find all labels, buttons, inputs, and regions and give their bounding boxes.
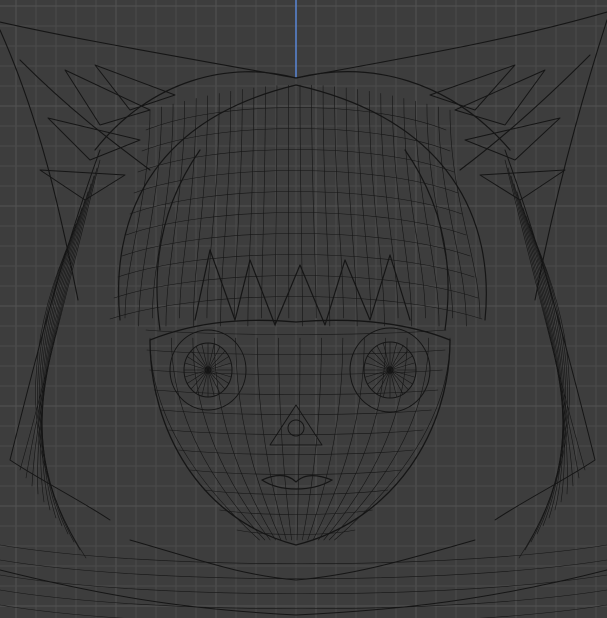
3d-viewport[interactable]	[0, 0, 607, 618]
mesh-edge	[0, 559, 607, 580]
mesh-dense-wire	[0, 84, 607, 618]
mesh-edge	[236, 529, 356, 535]
mesh-edge	[171, 337, 266, 541]
mesh-edge	[213, 337, 276, 541]
mesh-edge	[129, 191, 463, 215]
mesh-edge	[0, 589, 607, 610]
mesh-edge	[322, 85, 331, 327]
mesh-nose	[269, 404, 323, 446]
mesh-ear-shell	[0, 11, 607, 301]
mesh-edge	[328, 337, 429, 541]
mesh-mouth	[261, 474, 333, 490]
mesh-edge	[247, 87, 255, 327]
mesh-edge	[219, 509, 373, 515]
mesh-side-hair	[0, 149, 607, 616]
mesh-edge	[149, 337, 260, 541]
mesh-edge	[274, 85, 278, 327]
mesh-edge	[233, 89, 243, 319]
mesh-edge	[345, 87, 358, 327]
mesh-edge	[125, 212, 467, 236]
mesh-edge	[278, 337, 292, 541]
mesh-edge	[449, 109, 481, 319]
mesh-edge	[220, 90, 232, 327]
mesh-edge	[206, 93, 220, 319]
mesh-edge	[109, 296, 483, 320]
mesh-edge	[0, 544, 607, 565]
mesh-edge	[323, 337, 408, 541]
mesh-edge	[415, 100, 440, 327]
mesh-edge	[299, 84, 303, 327]
mesh-edge	[178, 449, 414, 455]
mesh-edge	[311, 84, 317, 319]
mesh-edge	[392, 95, 413, 327]
mesh-edge	[145, 107, 447, 131]
mesh-edge	[334, 86, 344, 319]
mesh-edge	[368, 90, 385, 327]
mesh-edge	[133, 170, 459, 194]
wireframe-mesh[interactable]	[0, 0, 607, 618]
mesh-edge	[141, 128, 451, 152]
mesh-edge	[426, 103, 453, 319]
mesh-edge	[261, 86, 266, 319]
mesh-edge	[296, 337, 301, 541]
mesh-edge	[318, 337, 387, 541]
mesh-hair-spikes-right	[429, 64, 566, 201]
mesh-edge	[168, 429, 424, 435]
mesh-edge	[380, 93, 399, 319]
mesh-edge	[0, 604, 607, 618]
mesh-edge	[138, 106, 162, 327]
mesh-hair-spikes-left	[39, 64, 176, 201]
mesh-edge	[357, 89, 372, 319]
